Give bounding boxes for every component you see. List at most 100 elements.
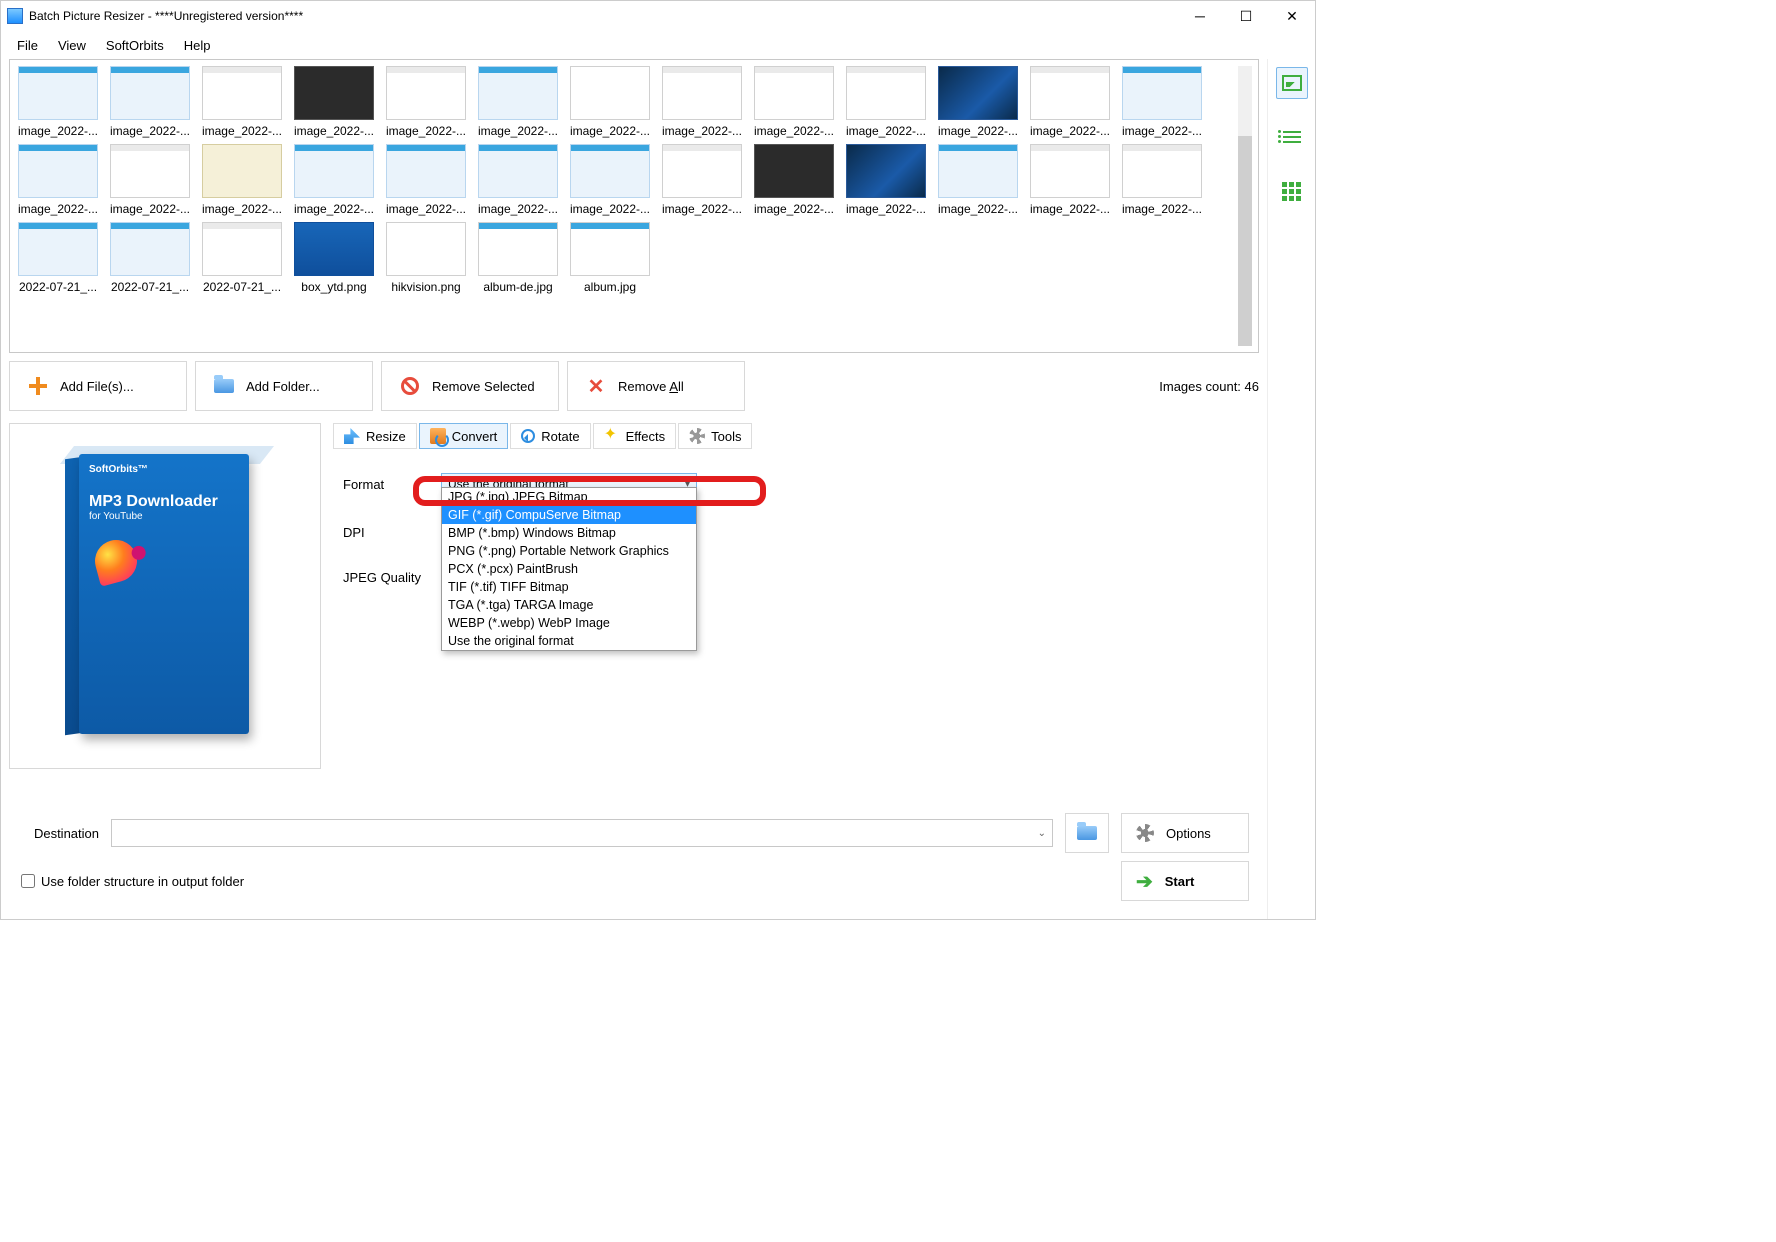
destination-combo[interactable]: ⌄ <box>111 819 1053 847</box>
thumbnail[interactable]: image_2022-... <box>1120 144 1204 216</box>
thumbnail[interactable]: image_2022-... <box>568 66 652 138</box>
tab-bar: Resize Convert Rotate ✦Effects Tools <box>333 423 1259 449</box>
options-button[interactable]: Options <box>1121 813 1249 853</box>
menu-view[interactable]: View <box>48 34 96 57</box>
dpi-label: DPI <box>343 525 439 540</box>
thumbnail[interactable]: hikvision.png <box>384 222 468 294</box>
thumbnail[interactable]: image_2022-... <box>1028 144 1112 216</box>
add-folder-button[interactable]: Add Folder... <box>195 361 373 411</box>
thumbnail[interactable]: image_2022-... <box>568 144 652 216</box>
thumbnail[interactable]: image_2022-... <box>384 144 468 216</box>
thumbnail[interactable]: image_2022-... <box>16 144 100 216</box>
remove-selected-button[interactable]: Remove Selected <box>381 361 559 411</box>
thumbnail[interactable]: image_2022-... <box>292 144 376 216</box>
thumbnail[interactable]: image_2022-... <box>16 66 100 138</box>
list-icon <box>1283 131 1301 143</box>
thumbnail[interactable]: image_2022-... <box>936 66 1020 138</box>
thumbnail[interactable]: image_2022-... <box>936 144 1020 216</box>
tab-rotate[interactable]: Rotate <box>510 423 590 449</box>
view-mode-toolbar <box>1267 59 1315 919</box>
preview-logo-icon <box>90 535 141 586</box>
convert-icon <box>430 428 446 444</box>
folder-icon <box>214 379 234 393</box>
format-option-jpg[interactable]: JPG (*.jpg) JPEG Bitmap <box>442 488 696 506</box>
format-option-webp[interactable]: WEBP (*.webp) WebP Image <box>442 614 696 632</box>
use-folder-structure-label: Use folder structure in output folder <box>41 874 244 889</box>
close-button[interactable]: ✕ <box>1269 1 1315 31</box>
thumbnail[interactable]: image_2022-... <box>292 66 376 138</box>
remove-all-button[interactable]: ✕Remove All <box>567 361 745 411</box>
thumbnail[interactable]: 2022-07-21_... <box>16 222 100 294</box>
add-files-button[interactable]: Add File(s)... <box>9 361 187 411</box>
preview-pane: SoftOrbits™ MP3 Downloader for YouTube <box>9 423 321 769</box>
tab-tools[interactable]: Tools <box>678 423 752 449</box>
menu-softorbits[interactable]: SoftOrbits <box>96 34 174 57</box>
folder-icon <box>1077 826 1097 840</box>
thumbnail[interactable]: box_ytd.png <box>292 222 376 294</box>
thumbnail[interactable]: album-de.jpg <box>476 222 560 294</box>
menu-bar: File View SoftOrbits Help <box>1 31 1315 59</box>
x-icon: ✕ <box>586 376 606 396</box>
tab-convert[interactable]: Convert <box>419 423 509 449</box>
thumbnail[interactable]: album.jpg <box>568 222 652 294</box>
format-option-pcx[interactable]: PCX (*.pcx) PaintBrush <box>442 560 696 578</box>
format-option-original[interactable]: Use the original format <box>442 632 696 650</box>
use-folder-structure-checkbox[interactable] <box>21 874 35 888</box>
window-title: Batch Picture Resizer - ****Unregistered… <box>29 9 1177 23</box>
view-mode-list[interactable] <box>1276 121 1308 153</box>
maximize-button[interactable]: ☐ <box>1223 1 1269 31</box>
resize-icon <box>344 428 360 444</box>
thumbnail[interactable]: image_2022-... <box>1028 66 1112 138</box>
thumbnail[interactable]: image_2022-... <box>752 144 836 216</box>
thumbnail[interactable]: image_2022-... <box>844 66 928 138</box>
play-icon: ➔ <box>1136 869 1153 894</box>
rotate-icon <box>521 429 535 443</box>
destination-label: Destination <box>19 826 99 841</box>
browse-destination-button[interactable] <box>1065 813 1109 853</box>
thumbnail-scrollbar[interactable] <box>1238 66 1252 346</box>
view-mode-thumbnails[interactable] <box>1276 67 1308 99</box>
thumbnail[interactable]: image_2022-... <box>476 144 560 216</box>
format-option-bmp[interactable]: BMP (*.bmp) Windows Bitmap <box>442 524 696 542</box>
preview-title: MP3 Downloader <box>89 493 239 511</box>
thumbnail[interactable]: image_2022-... <box>1120 66 1204 138</box>
tab-resize[interactable]: Resize <box>333 423 417 449</box>
thumbnail-panel: image_2022-... image_2022-... image_2022… <box>9 59 1259 353</box>
tab-effects[interactable]: ✦Effects <box>593 423 677 449</box>
start-button[interactable]: ➔Start <box>1121 861 1249 901</box>
effects-icon: ✦ <box>604 428 620 444</box>
format-combo[interactable]: Use the original format▾ JPG (*.jpg) JPE… <box>441 473 697 495</box>
thumbnail[interactable]: image_2022-... <box>108 144 192 216</box>
thumbnail[interactable]: image_2022-... <box>200 144 284 216</box>
format-option-png[interactable]: PNG (*.png) Portable Network Graphics <box>442 542 696 560</box>
thumbnail[interactable]: image_2022-... <box>108 66 192 138</box>
format-label: Format <box>343 477 439 492</box>
thumbnail[interactable]: image_2022-... <box>660 66 744 138</box>
view-mode-grid[interactable] <box>1276 175 1308 207</box>
thumbnail[interactable]: 2022-07-21_... <box>108 222 192 294</box>
remove-icon <box>401 377 419 395</box>
jpeg-quality-label: JPEG Quality <box>343 570 439 585</box>
format-option-gif[interactable]: GIF (*.gif) CompuServe Bitmap <box>442 506 696 524</box>
format-option-tga[interactable]: TGA (*.tga) TARGA Image <box>442 596 696 614</box>
tools-icon <box>689 428 705 444</box>
thumbnail[interactable]: image_2022-... <box>752 66 836 138</box>
chevron-down-icon: ⌄ <box>1038 828 1046 839</box>
thumbnail[interactable]: 2022-07-21_... <box>200 222 284 294</box>
app-icon <box>7 8 23 24</box>
image-icon <box>1282 75 1302 91</box>
format-dropdown: JPG (*.jpg) JPEG Bitmap GIF (*.gif) Comp… <box>441 487 697 651</box>
menu-help[interactable]: Help <box>174 34 221 57</box>
title-bar: Batch Picture Resizer - ****Unregistered… <box>1 1 1315 31</box>
thumbnail[interactable]: image_2022-... <box>660 144 744 216</box>
menu-file[interactable]: File <box>7 34 48 57</box>
minimize-button[interactable]: ─ <box>1177 1 1223 31</box>
thumbnail[interactable]: image_2022-... <box>384 66 468 138</box>
thumbnail[interactable]: image_2022-... <box>476 66 560 138</box>
gear-icon <box>1136 824 1154 842</box>
format-option-tif[interactable]: TIF (*.tif) TIFF Bitmap <box>442 578 696 596</box>
preview-brand: SoftOrbits™ <box>89 464 239 475</box>
grid-icon <box>1282 182 1301 201</box>
thumbnail[interactable]: image_2022-... <box>844 144 928 216</box>
thumbnail[interactable]: image_2022-... <box>200 66 284 138</box>
